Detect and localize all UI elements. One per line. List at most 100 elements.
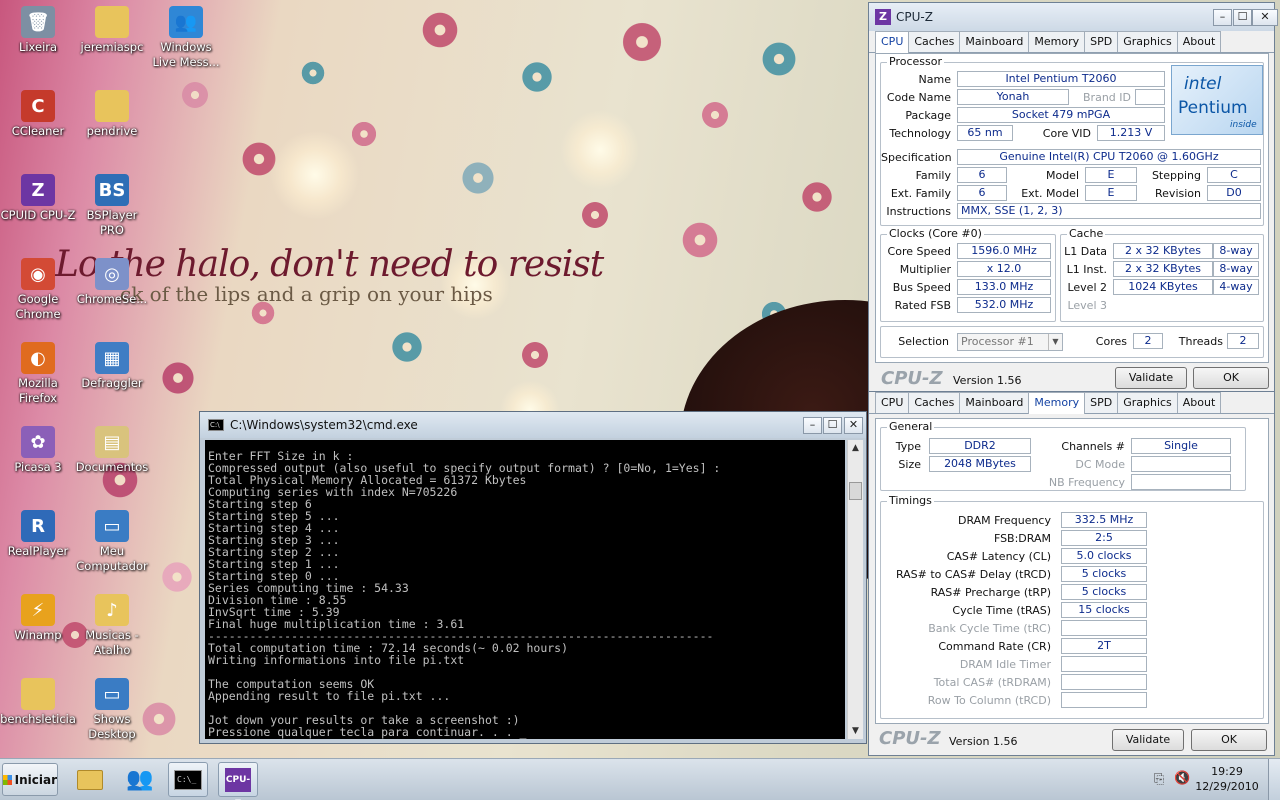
taskbar-messenger-icon[interactable]: 👥 [120, 762, 160, 797]
desktop-icon[interactable]: ▦ Defraggler [74, 342, 150, 391]
timings-group: Timings DRAM Frequency 332.5 MHz FSB:DRAM 2… [880, 494, 1264, 719]
clock[interactable]: 19:29 12/29/2010 [1192, 764, 1262, 794]
desktop-icon[interactable]: ▭ Meu Computador [74, 510, 150, 574]
desktop-icon[interactable]: BS BSPlayer PRO [74, 174, 150, 238]
desktop-icon[interactable]: pendrive [74, 90, 150, 139]
taskbar-cpuz-icon[interactable]: CPU-Z [218, 762, 258, 800]
volume-muted-icon[interactable]: 🔇 [1174, 771, 1190, 786]
validate-button[interactable]: Validate [1115, 367, 1187, 389]
ok-button[interactable]: OK [1193, 367, 1269, 389]
cmd-scrollbar[interactable]: ▲ ▼ [847, 440, 863, 739]
desktop-icon-label: Mozilla Firefox [18, 376, 58, 405]
general-group-title: General [887, 420, 935, 433]
desktop-icon[interactable]: ▭ Shows Desktop [74, 678, 150, 742]
tab-caches[interactable]: Caches [908, 392, 961, 413]
desktop-icon-label: Defraggler [81, 376, 143, 390]
wallpaper-flower [520, 60, 554, 94]
name-label: Name [918, 73, 951, 86]
ok-button[interactable]: OK [1191, 729, 1267, 751]
network-icon[interactable]: ⎘ [1154, 772, 1164, 787]
bsplayer-icon: BS [95, 174, 129, 206]
close-button[interactable]: ✕ [1252, 9, 1278, 26]
tab-cpu[interactable]: CPU [875, 31, 910, 53]
minimize-button[interactable]: – [1213, 9, 1232, 26]
model-label: Model [1045, 169, 1079, 182]
timing-label: DRAM Frequency [957, 514, 1051, 527]
level2-label: Level 2 [1067, 281, 1107, 294]
cmd-icon: C:\ [208, 419, 224, 431]
tab-spd[interactable]: SPD [1084, 31, 1119, 52]
wallpaper-bokeh [560, 110, 640, 190]
tab-graphics[interactable]: Graphics [1117, 392, 1178, 413]
wallpaper-flower [580, 200, 610, 230]
cmd-titlebar[interactable]: C:\ C:\Windows\system32\cmd.exe [200, 412, 866, 438]
threads-value: 2 [1227, 333, 1259, 349]
extmodel-label: Ext. Model [1021, 187, 1079, 200]
desktop-icon[interactable]: jeremiaspc [74, 6, 150, 55]
desktop-icon-label: Windows Live Mess... [152, 40, 220, 69]
desktop-icon[interactable]: ♪ Musicas - Atalho [74, 594, 150, 658]
spec-label: Specification [881, 151, 952, 164]
selection-dropdown[interactable]: Processor #1 ▼ [957, 333, 1063, 351]
tab-mainboard[interactable]: Mainboard [959, 31, 1030, 52]
corevid-value: 1.213 V [1097, 125, 1165, 141]
processor-group: Processor Name Intel Pentium T2060 Code … [880, 55, 1264, 226]
desktop-icon-label: Picasa 3 [14, 460, 62, 474]
desktop-icon-label: pendrive [86, 124, 138, 138]
timing-label: RAS# Precharge (tRP) [930, 586, 1051, 599]
tab-spd[interactable]: SPD [1084, 392, 1119, 413]
tab-about[interactable]: About [1176, 31, 1222, 52]
desktop-icon[interactable]: ✿ Picasa 3 [0, 426, 76, 475]
desktop-icon[interactable]: 👥 Windows Live Mess... [148, 6, 224, 70]
desktop-icon[interactable]: ◎ ChromeSe... [74, 258, 150, 307]
l1data-label: L1 Data [1064, 245, 1107, 258]
multiplier-label: Multiplier [899, 263, 951, 276]
tab-memory[interactable]: Memory [1028, 31, 1086, 52]
desktop-icon[interactable]: ◐ Mozilla Firefox [0, 342, 76, 406]
music-folder-icon: ♪ [95, 594, 129, 626]
desktop-icon[interactable]: ▤ Documentos [74, 426, 150, 475]
show-desktop-button[interactable] [1268, 759, 1280, 800]
desktop-icon[interactable]: ◉ Google Chrome [0, 258, 76, 322]
winamp-icon: ⚡ [21, 594, 55, 626]
nbfreq-label: NB Frequency [1048, 476, 1125, 489]
wallpaper-bokeh [270, 130, 360, 220]
cpuz-app-icon: Z [875, 9, 891, 25]
tab-cpu[interactable]: CPU [875, 392, 910, 413]
desktop-icon[interactable]: R RealPlayer [0, 510, 76, 559]
scroll-thumb[interactable] [849, 482, 862, 500]
timing-value: 5 clocks [1061, 584, 1147, 600]
intel-pentium-logo: intel Pentium inside [1171, 65, 1263, 135]
desktop-icon[interactable]: 🗑 Lixeira [0, 6, 76, 55]
validate-button[interactable]: Validate [1112, 729, 1184, 751]
scroll-up-icon[interactable]: ▲ [848, 440, 863, 456]
cmd-console-output[interactable]: Enter FFT Size in k : Compressed output (… [205, 440, 845, 739]
tab-memory[interactable]: Memory [1028, 392, 1086, 414]
chevron-down-icon: ▼ [1048, 334, 1062, 350]
package-value: Socket 479 mPGA [957, 107, 1165, 123]
tab-about[interactable]: About [1176, 392, 1222, 413]
cpuz-window-cpu: Z CPU-Z – ☐ ✕ CPU Caches Mainboard Memory SP… [868, 2, 1278, 392]
brandid-value [1135, 89, 1165, 105]
minimize-button[interactable]: – [803, 417, 822, 434]
timing-value: 2:5 [1061, 530, 1147, 546]
tab-mainboard[interactable]: Mainboard [959, 392, 1030, 413]
taskbar-cmd-icon[interactable]: C:\_ [168, 762, 208, 797]
clock-date: 12/29/2010 [1195, 780, 1259, 793]
tab-graphics[interactable]: Graphics [1117, 31, 1178, 52]
start-button[interactable]: Iniciar [2, 763, 58, 796]
wallpaper-flower [700, 100, 730, 130]
desktop-icon[interactable]: benchsleticia [0, 678, 76, 727]
l1inst-assoc: 8-way [1213, 261, 1259, 277]
maximize-button[interactable]: ☐ [823, 417, 842, 434]
desktop-icon[interactable]: Z CPUID CPU-Z [0, 174, 76, 223]
desktop-icon[interactable]: C CCleaner [0, 90, 76, 139]
close-button[interactable]: ✕ [844, 417, 863, 434]
ratedfsb-label: Rated FSB [894, 299, 951, 312]
cache-group: Cache L1 Data 2 x 32 KBytes 8-way L1 Ins… [1060, 227, 1264, 322]
taskbar-explorer-icon[interactable] [70, 762, 110, 797]
maximize-button[interactable]: ☐ [1233, 9, 1252, 26]
tab-caches[interactable]: Caches [908, 31, 961, 52]
scroll-down-icon[interactable]: ▼ [848, 723, 863, 739]
desktop-icon[interactable]: ⚡ Winamp [0, 594, 76, 643]
